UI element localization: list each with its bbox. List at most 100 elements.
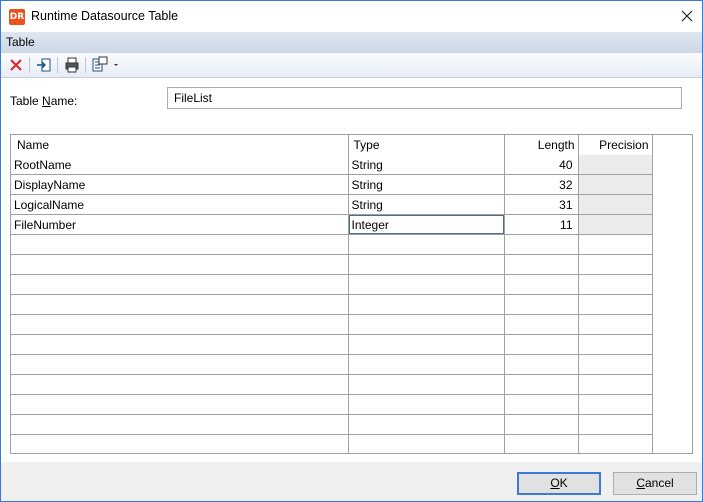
empty-cell [578, 294, 653, 315]
empty-cell[interactable] [504, 234, 579, 255]
menu-item-table[interactable]: Table [6, 35, 35, 49]
empty-cell[interactable] [11, 334, 349, 355]
empty-cell[interactable] [11, 354, 349, 375]
empty-table-row[interactable] [11, 294, 653, 315]
empty-cell[interactable] [504, 314, 579, 335]
title-bar[interactable]: DR Runtime Datasource Table [1, 1, 702, 32]
cell-name[interactable]: LogicalName [11, 194, 349, 215]
empty-cell[interactable] [348, 274, 505, 295]
table-row[interactable]: LogicalName String 31 [11, 194, 653, 215]
insert-row-icon [37, 58, 51, 72]
empty-cell[interactable] [504, 294, 579, 315]
fields-grid[interactable]: Name Type Length Precision RootName Stri… [10, 134, 693, 454]
empty-cell[interactable] [504, 254, 579, 275]
empty-table-row[interactable] [11, 334, 653, 355]
empty-cell[interactable] [11, 254, 349, 275]
empty-table-row[interactable] [11, 414, 653, 435]
cell-length[interactable]: 11 [503, 214, 579, 235]
empty-cell[interactable] [11, 434, 349, 453]
toolbar [1, 53, 702, 78]
column-header-name[interactable]: Name [11, 135, 349, 155]
table-row[interactable]: FileNumber Integer 11 [11, 214, 653, 235]
empty-table-row[interactable] [11, 374, 653, 395]
empty-cell[interactable] [348, 414, 505, 435]
toolbar-separator [29, 57, 30, 73]
table-row[interactable]: DisplayName String 32 [11, 174, 653, 195]
empty-cell [578, 434, 653, 453]
empty-cell[interactable] [504, 354, 579, 375]
empty-table-row[interactable] [11, 314, 653, 335]
table-name-input[interactable] [167, 87, 682, 109]
main-panel: Table Name: Name Type Length Precision [1, 78, 702, 462]
empty-table-row[interactable] [11, 254, 653, 275]
table-name-label: Table Name: [10, 94, 78, 108]
empty-table-row[interactable] [11, 234, 653, 255]
cell-length[interactable]: 40 [503, 155, 579, 175]
empty-cell [578, 314, 653, 335]
empty-cell[interactable] [11, 234, 349, 255]
cell-name[interactable]: DisplayName [11, 174, 349, 195]
empty-cell[interactable] [11, 314, 349, 335]
empty-table-row[interactable] [11, 434, 653, 453]
menu-bar: Table [1, 32, 702, 53]
insert-row-button[interactable] [34, 55, 54, 75]
cell-type[interactable]: String [348, 155, 505, 175]
empty-cell[interactable] [348, 394, 505, 415]
empty-cell[interactable] [348, 354, 505, 375]
empty-table-row[interactable] [11, 394, 653, 415]
field-list-dropdown-button[interactable] [90, 55, 122, 75]
cancel-button[interactable]: Cancel [613, 472, 697, 495]
empty-cell[interactable] [504, 274, 579, 295]
toolbar-separator [85, 57, 86, 73]
empty-cell [578, 394, 653, 415]
column-header-precision[interactable]: Precision [578, 135, 653, 155]
empty-cell[interactable] [348, 254, 505, 275]
empty-cell[interactable] [11, 414, 349, 435]
fields-table: Name Type Length Precision RootName Stri… [11, 135, 653, 453]
empty-cell[interactable] [348, 294, 505, 315]
empty-table-row[interactable] [11, 354, 653, 375]
empty-cell[interactable] [348, 374, 505, 395]
cell-type-selected[interactable]: Integer [348, 214, 505, 235]
column-header-length[interactable]: Length [504, 135, 579, 155]
empty-cell [578, 354, 653, 375]
ok-button[interactable]: OK [517, 472, 601, 495]
empty-cell[interactable] [504, 334, 579, 355]
table-row[interactable]: RootName String 40 [11, 155, 653, 175]
print-button[interactable] [62, 55, 82, 75]
empty-cell [578, 414, 653, 435]
empty-cell [578, 234, 653, 255]
cell-name[interactable]: FileNumber [11, 214, 349, 235]
empty-table-row[interactable] [11, 274, 653, 295]
empty-cell[interactable] [11, 274, 349, 295]
empty-cell[interactable] [504, 414, 579, 435]
empty-cell[interactable] [11, 294, 349, 315]
delete-button[interactable] [6, 55, 26, 75]
cell-length[interactable]: 32 [503, 174, 579, 195]
cell-precision [578, 214, 653, 235]
cell-type[interactable]: String [348, 174, 505, 195]
empty-cell[interactable] [348, 314, 505, 335]
cell-type[interactable]: String [348, 194, 505, 215]
cell-name[interactable]: RootName [11, 155, 349, 175]
empty-cell[interactable] [348, 234, 505, 255]
empty-cell[interactable] [504, 374, 579, 395]
empty-cell[interactable] [504, 434, 579, 453]
grid-header-row: Name Type Length Precision [11, 135, 653, 155]
toolbar-separator [57, 57, 58, 73]
empty-cell[interactable] [11, 374, 349, 395]
cell-precision [578, 155, 653, 175]
empty-cell[interactable] [504, 394, 579, 415]
empty-cell [578, 374, 653, 395]
cell-length[interactable]: 31 [503, 194, 579, 215]
field-list-dropdown-icon [92, 56, 118, 72]
dialog-window: DR Runtime Datasource Table Table Table … [0, 0, 703, 502]
empty-cell[interactable] [348, 334, 505, 355]
close-icon [681, 10, 693, 22]
close-button[interactable] [672, 1, 702, 32]
empty-cell[interactable] [11, 394, 349, 415]
cell-precision [578, 194, 653, 215]
column-header-type[interactable]: Type [348, 135, 505, 155]
printer-icon [65, 57, 79, 73]
empty-cell[interactable] [348, 434, 505, 453]
